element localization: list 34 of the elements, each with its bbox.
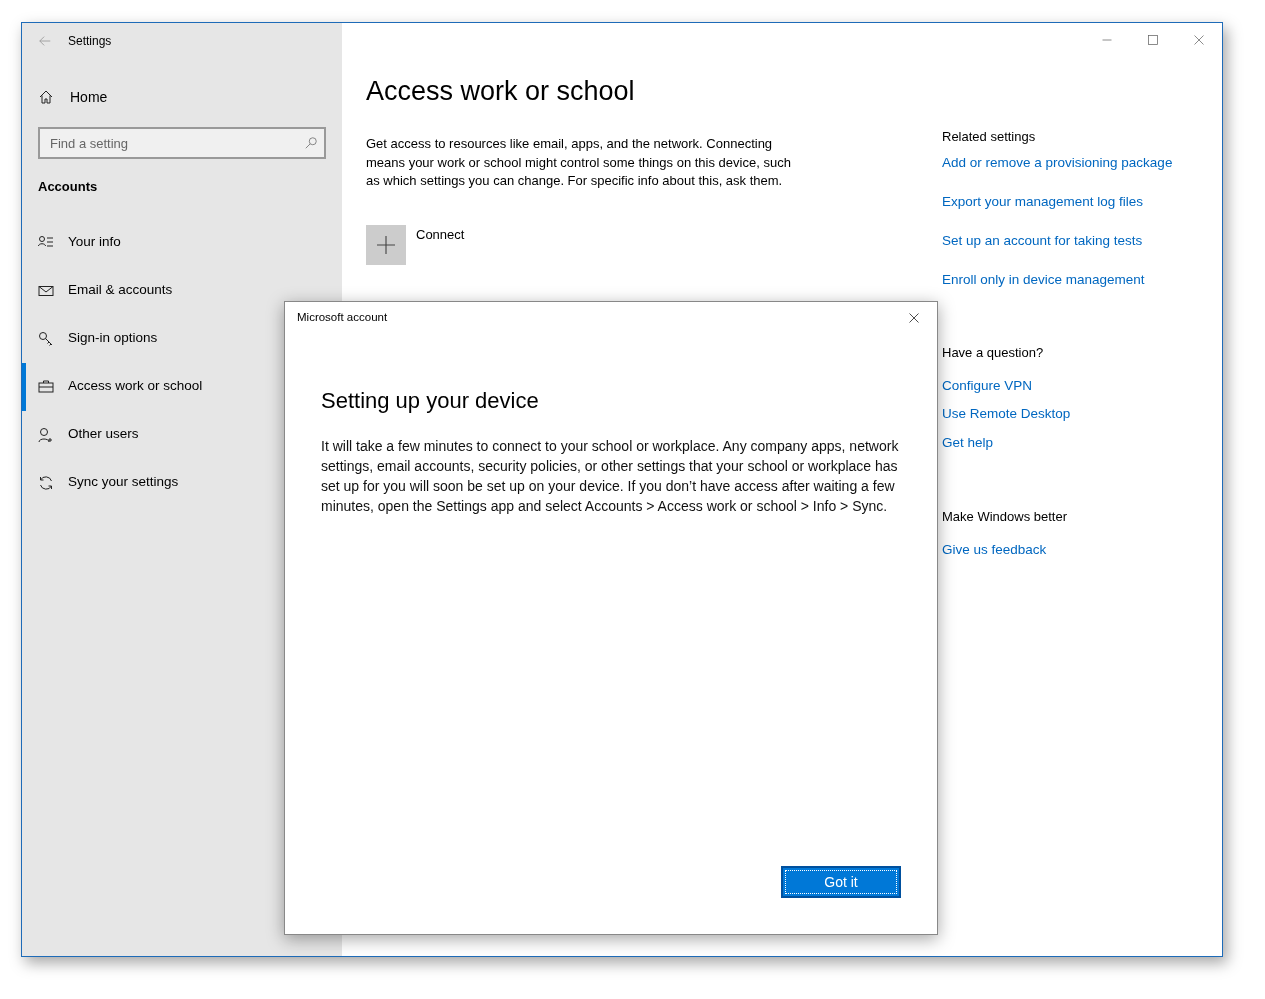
dialog-heading: Setting up your device (321, 388, 540, 415)
key-icon (38, 330, 54, 347)
person-add-icon (38, 426, 54, 443)
dialog-message: It will take a few minutes to connect to your school or workplace. Any company apps, network settings, email accounts, security policies, or other settings that your school or workplace has set up for you will soon be set up on your device. If you don’t have access after waiting a few minutes, open the Settings app and select Accounts > Access work or school > Info > Sync. (321, 437, 900, 517)
back-arrow-icon (38, 34, 52, 48)
related-link[interactable]: Enroll only in device management (942, 270, 1198, 291)
plus-icon (377, 235, 395, 254)
related-link[interactable]: Set up an account for taking tests (942, 231, 1198, 252)
sync-icon (38, 474, 54, 491)
related-heading: Have a question? (942, 343, 1045, 362)
related-link[interactable]: Configure VPN (942, 376, 1198, 397)
house-icon (38, 89, 54, 105)
nav-item[interactable]: Your info (22, 218, 342, 267)
related-heading: Related settings (942, 128, 1037, 146)
briefcase-icon (38, 378, 54, 395)
page-title: Access work or school (366, 75, 636, 108)
search-icon (304, 136, 318, 150)
home-nav-item[interactable]: Home (22, 73, 342, 121)
dialog-title: Microsoft account (297, 310, 388, 326)
maximize-icon (1147, 34, 1159, 46)
close-icon (908, 312, 920, 324)
description-text: Get access to resources like email, apps, and the network. Connecting means your work or school might control some things on this device, such as which settings you can change. For specific info about this, ask them. (366, 135, 792, 191)
got-it-button[interactable]: Got it (781, 866, 901, 898)
related-link[interactable]: Get help (942, 432, 1198, 453)
related-link[interactable]: Give us feedback (942, 540, 1198, 561)
related-link[interactable]: Export your management log files (942, 191, 1198, 212)
connect-button[interactable]: Connect (366, 224, 465, 265)
section-heading: Accounts (37, 178, 99, 196)
window-title: Settings (68, 33, 112, 50)
close-icon (1193, 34, 1205, 46)
related-link[interactable]: Use Remote Desktop (942, 404, 1198, 425)
related-heading: Make Windows better (942, 507, 1068, 526)
related-link[interactable]: Add or remove a provisioning package (942, 152, 1198, 173)
search-field[interactable]: Find a setting (38, 127, 326, 159)
